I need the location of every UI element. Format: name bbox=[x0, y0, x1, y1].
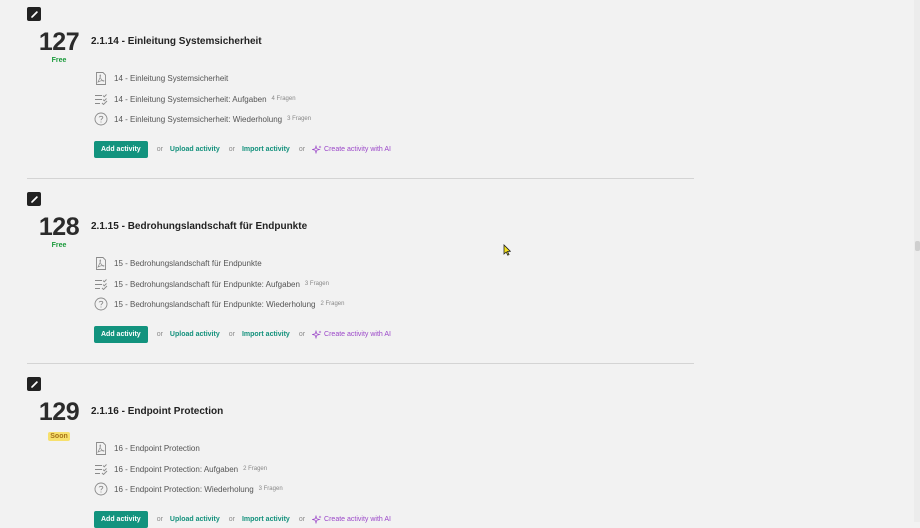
activity-item[interactable]: 15 - Bedrohungslandschaft für Endpunkte:… bbox=[94, 277, 329, 291]
activity-item[interactable]: 16 - Endpoint Protection bbox=[94, 441, 200, 455]
activity-label: 15 - Bedrohungslandschaft für Endpunkte:… bbox=[114, 299, 316, 309]
section-title[interactable]: 2.1.14 - Einleitung Systemsicherheit bbox=[91, 36, 262, 47]
activity-item[interactable]: 16 - Endpoint Protection: Aufgaben 2 Fra… bbox=[94, 462, 267, 476]
ai-link-label: Create activity with AI bbox=[324, 146, 391, 153]
edit-section-button[interactable] bbox=[27, 192, 41, 206]
scrollbar-track[interactable] bbox=[914, 0, 920, 522]
activity-item[interactable]: 14 - Einleitung Systemsicherheit: Aufgab… bbox=[94, 92, 296, 106]
activity-item[interactable]: 15 - Bedrohungslandschaft für Endpunkte:… bbox=[94, 297, 344, 311]
activity-actions: Add activity or Upload activity or Impor… bbox=[94, 141, 391, 158]
pdf-icon bbox=[94, 256, 108, 270]
question-icon bbox=[94, 482, 108, 496]
pencil-icon bbox=[30, 380, 38, 388]
or-separator: or bbox=[228, 331, 235, 338]
or-separator: or bbox=[298, 146, 306, 153]
create-activity-ai-link[interactable]: Create activity with AI bbox=[312, 330, 391, 339]
checklist-icon bbox=[94, 462, 108, 476]
pdf-icon bbox=[94, 441, 108, 455]
pencil-icon bbox=[30, 10, 38, 18]
activity-actions: Add activity or Upload activity or Impor… bbox=[94, 326, 391, 343]
section-number: 127 bbox=[38, 28, 80, 56]
sparkle-icon bbox=[312, 145, 322, 154]
question-count: 3 Fragen bbox=[287, 116, 312, 122]
question-count: 2 Fragen bbox=[243, 466, 268, 472]
activity-label: 15 - Bedrohungslandschaft für Endpunkte bbox=[114, 258, 262, 268]
status-badge: Soon bbox=[48, 432, 70, 441]
edit-section-button[interactable] bbox=[27, 377, 41, 391]
checklist-icon bbox=[94, 92, 108, 106]
activity-actions: Add activity or Upload activity or Impor… bbox=[94, 511, 391, 528]
activity-item[interactable]: 14 - Einleitung Systemsicherheit: Wieder… bbox=[94, 112, 311, 126]
create-activity-ai-link[interactable]: Create activity with AI bbox=[312, 515, 391, 524]
question-count: 3 Fragen bbox=[258, 486, 283, 492]
or-separator: or bbox=[156, 146, 163, 153]
status-badge: Free bbox=[51, 242, 67, 249]
activity-item[interactable]: 14 - Einleitung Systemsicherheit bbox=[94, 71, 228, 85]
upload-activity-link[interactable]: Upload activity bbox=[170, 331, 220, 338]
activity-item[interactable]: 16 - Endpoint Protection: Wiederholung 3… bbox=[94, 482, 283, 496]
add-activity-button[interactable]: Add activity bbox=[94, 141, 148, 158]
section-number: 129 bbox=[38, 398, 80, 426]
activity-label: 16 - Endpoint Protection: Aufgaben bbox=[114, 464, 239, 474]
ai-link-label: Create activity with AI bbox=[324, 331, 391, 338]
create-activity-ai-link[interactable]: Create activity with AI bbox=[312, 145, 391, 154]
sparkle-icon bbox=[312, 330, 322, 339]
status-badge: Free bbox=[51, 57, 67, 64]
section-title[interactable]: 2.1.16 - Endpoint Protection bbox=[91, 406, 223, 417]
pdf-icon bbox=[94, 71, 108, 85]
question-count: 2 Fragen bbox=[320, 301, 345, 307]
sparkle-icon bbox=[312, 515, 322, 524]
activity-label: 14 - Einleitung Systemsicherheit: Wieder… bbox=[114, 114, 283, 124]
add-activity-button[interactable]: Add activity bbox=[94, 326, 148, 343]
add-activity-button[interactable]: Add activity bbox=[94, 511, 148, 528]
import-activity-link[interactable]: Import activity bbox=[242, 146, 290, 153]
activity-label: 15 - Bedrohungslandschaft für Endpunkte:… bbox=[114, 279, 300, 289]
activity-label: 14 - Einleitung Systemsicherheit: Aufgab… bbox=[114, 94, 267, 104]
activity-label: 16 - Endpoint Protection: Wiederholung bbox=[114, 484, 254, 494]
pencil-icon bbox=[30, 195, 38, 203]
or-separator: or bbox=[228, 146, 235, 153]
section-title[interactable]: 2.1.15 - Bedrohungslandschaft für Endpun… bbox=[91, 221, 307, 232]
or-separator: or bbox=[156, 331, 163, 338]
question-count: 3 Fragen bbox=[304, 281, 329, 287]
section-divider bbox=[27, 178, 694, 179]
question-icon bbox=[94, 297, 108, 311]
activity-label: 14 - Einleitung Systemsicherheit bbox=[114, 73, 229, 83]
activity-label: 16 - Endpoint Protection bbox=[114, 443, 200, 453]
checklist-icon bbox=[94, 277, 108, 291]
edit-section-button[interactable] bbox=[27, 7, 41, 21]
question-icon bbox=[94, 112, 108, 126]
question-count: 4 Fragen bbox=[271, 96, 296, 102]
or-separator: or bbox=[298, 331, 306, 338]
upload-activity-link[interactable]: Upload activity bbox=[170, 146, 220, 153]
activity-item[interactable]: 15 - Bedrohungslandschaft für Endpunkte bbox=[94, 256, 262, 270]
section-divider bbox=[27, 363, 694, 364]
section-number: 128 bbox=[38, 213, 80, 241]
scrollbar-thumb[interactable] bbox=[915, 241, 920, 251]
import-activity-link[interactable]: Import activity bbox=[242, 331, 290, 338]
